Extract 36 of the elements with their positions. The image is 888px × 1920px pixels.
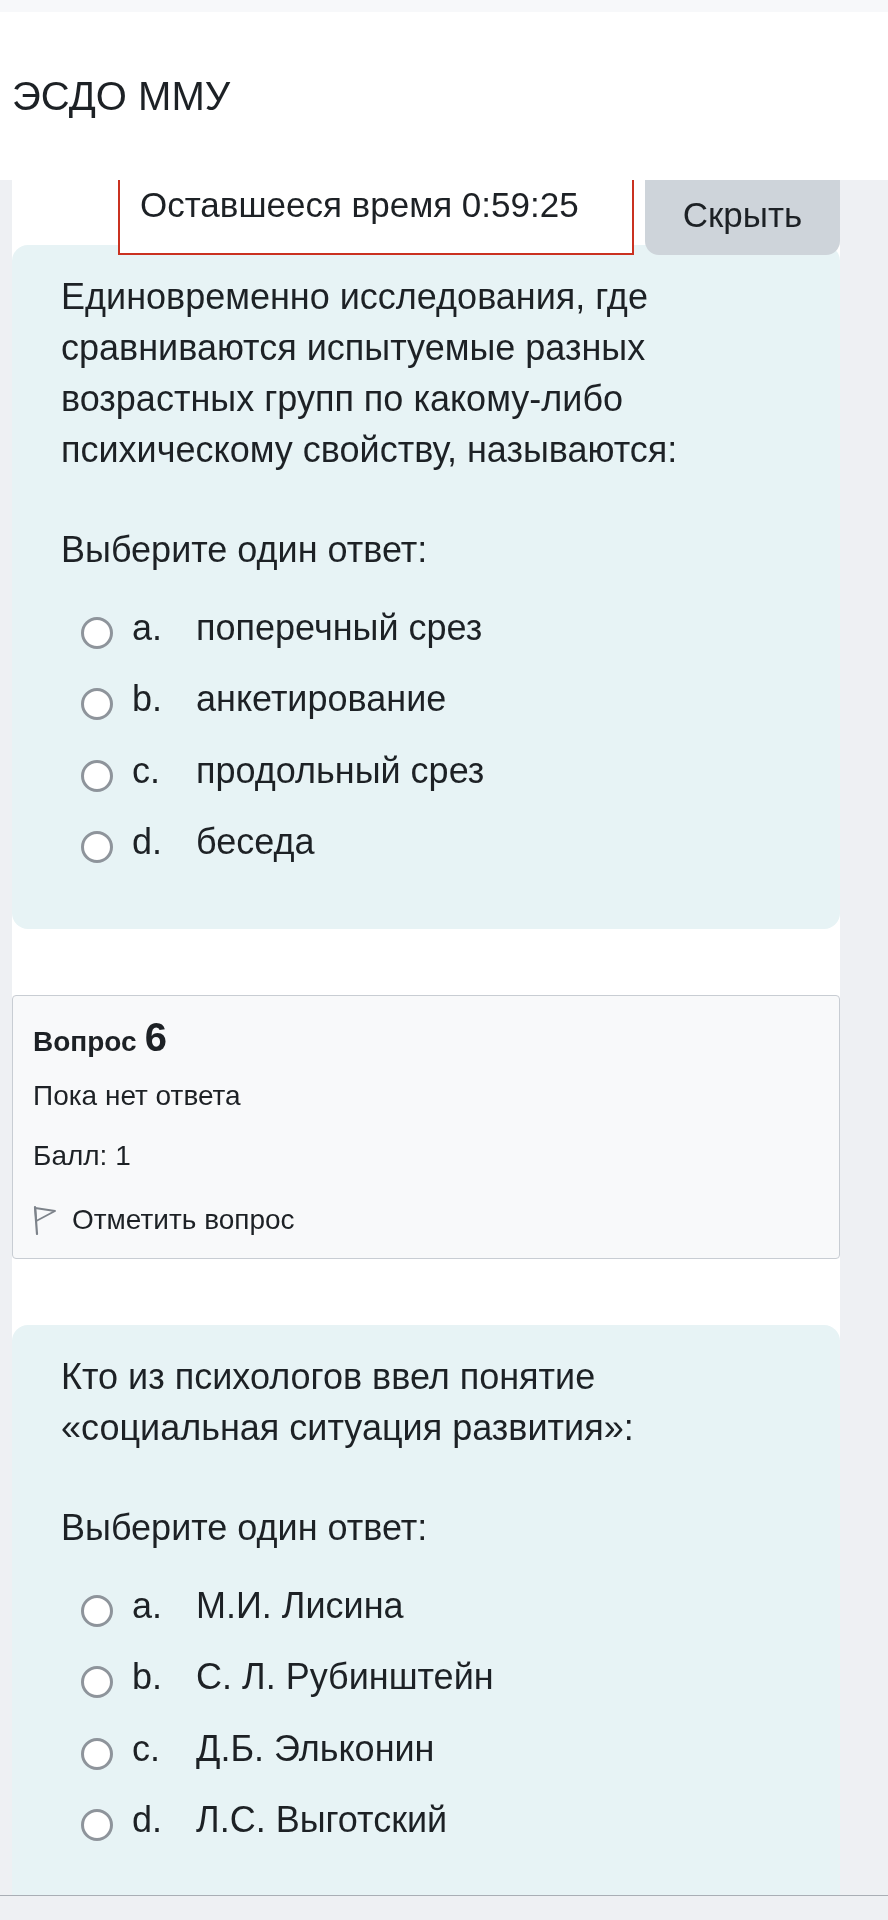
option-letter: c. — [132, 748, 161, 793]
radio-button[interactable] — [81, 831, 113, 864]
radio-button[interactable] — [81, 616, 113, 649]
question-label: Вопрос — [33, 1025, 137, 1059]
answer-label[interactable]: поперечный срез — [196, 605, 483, 650]
answer-label[interactable]: С. Л. Рубинштейн — [196, 1655, 494, 1700]
radio-button[interactable] — [81, 1594, 113, 1627]
answer-label[interactable]: Д.Б. Эльконин — [196, 1726, 435, 1771]
radio-button[interactable] — [81, 688, 113, 721]
time-remaining: Оставшееся время 0:59:25 — [118, 180, 634, 255]
answer-label[interactable]: Л.С. Выготский — [196, 1798, 448, 1843]
question-text: Единовременно исследования, где сравниваются испытуемые разных возрастных групп по какому-либо психическому свойству, называются: — [61, 275, 679, 472]
answer-status: Пока нет ответа — [33, 1079, 241, 1113]
radio-button[interactable] — [81, 1666, 113, 1699]
site-title: ЭСДО ММУ — [12, 73, 231, 120]
flag-question-link[interactable]: Отметить вопрос — [33, 1200, 295, 1240]
option-letter: d. — [132, 820, 164, 865]
radio-button[interactable] — [81, 759, 113, 792]
option-letter: a. — [132, 1583, 164, 1628]
radio-button[interactable] — [81, 1809, 113, 1842]
hide-button[interactable]: Скрыть — [645, 180, 840, 255]
answer-prompt: Выберите один ответ: — [61, 528, 429, 572]
question-number: 6 — [144, 1017, 167, 1057]
option-letter: d. — [132, 1798, 164, 1843]
score-text: Балл: 1 — [33, 1139, 131, 1173]
answer-label[interactable]: продольный срез — [196, 748, 485, 793]
answer-prompt: Выберите один ответ: — [61, 1506, 429, 1550]
radio-button[interactable] — [81, 1737, 113, 1770]
option-letter: a. — [132, 605, 164, 650]
option-letter: b. — [132, 677, 164, 722]
question-text: Кто из психологов ввел понятие «социальная ситуация развития»: — [61, 1355, 635, 1450]
option-letter: b. — [132, 1655, 164, 1700]
answer-label[interactable]: беседа — [196, 820, 315, 865]
answer-label[interactable]: М.И. Лисина — [196, 1583, 404, 1628]
option-letter: c. — [132, 1726, 161, 1771]
answer-label[interactable]: анкетирование — [196, 677, 447, 722]
